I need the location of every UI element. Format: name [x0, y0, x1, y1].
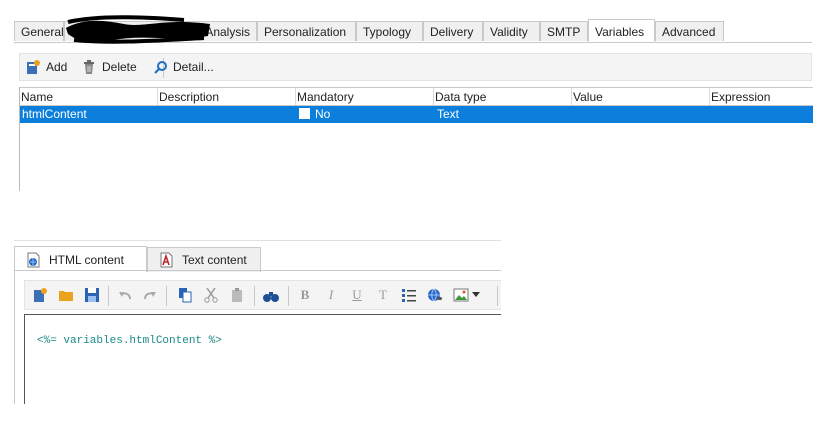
tab-smtp[interactable]: SMTP: [540, 21, 588, 41]
tab-validity[interactable]: Validity: [483, 21, 540, 41]
tab-text-content-label: Text content: [182, 253, 247, 267]
copy-button[interactable]: [176, 286, 194, 304]
text-document-icon: [160, 252, 173, 268]
tab-text-content[interactable]: Text content: [147, 247, 261, 272]
tab-html-content-label: HTML content: [49, 252, 124, 267]
bullet-list-icon: [402, 289, 416, 302]
magnifier-icon: [154, 61, 167, 74]
clipboard-icon: [232, 288, 242, 302]
add-label: Add: [46, 60, 68, 74]
undo-icon: [119, 292, 131, 300]
tab-html-content[interactable]: HTML content: [14, 246, 147, 272]
grid-header: Name Description Mandatory Data type Val…: [20, 87, 813, 106]
insert-image-button[interactable]: [452, 286, 470, 304]
tab-advanced[interactable]: Advanced: [655, 21, 724, 41]
cell-mandatory: No: [299, 106, 330, 123]
tab-typology[interactable]: Typology: [356, 21, 423, 41]
redaction-scribble: [66, 15, 210, 44]
clear-format-button[interactable]: T: [374, 286, 392, 304]
redo-button[interactable]: [141, 286, 159, 304]
variables-grid: Name Description Mandatory Data type Val…: [19, 87, 813, 191]
editor-separator: [166, 286, 167, 306]
tab-delivery[interactable]: Delivery: [423, 21, 483, 41]
open-button[interactable]: [57, 286, 75, 304]
delete-button[interactable]: Delete: [81, 58, 137, 76]
binoculars-icon: [263, 292, 279, 302]
bold-button[interactable]: B: [296, 286, 314, 304]
chevron-down-icon: [472, 292, 480, 297]
content-tab-strip: HTML content Text content: [14, 240, 501, 272]
detail-label: Detail...: [173, 60, 214, 74]
image-icon: [453, 288, 469, 302]
mandatory-value: No: [315, 107, 331, 121]
undo-button[interactable]: [116, 286, 134, 304]
scissors-icon: [204, 287, 218, 303]
find-button[interactable]: [262, 286, 280, 304]
editor-separator: [254, 286, 255, 306]
editor-toolbar: B I U T: [24, 280, 501, 310]
tab-variables[interactable]: Variables: [588, 19, 655, 42]
bullet-list-button[interactable]: [400, 286, 418, 304]
globe-link-icon: [428, 288, 442, 302]
cut-button[interactable]: [202, 286, 220, 304]
new-document-icon: [34, 288, 47, 302]
column-expression[interactable]: Expression: [710, 88, 813, 105]
copy-icon: [179, 288, 192, 303]
paste-button[interactable]: [228, 286, 246, 304]
html-editor[interactable]: <%= variables.htmlContent %>: [24, 314, 501, 404]
editor-separator: [497, 286, 498, 306]
cell-name: htmlContent: [22, 107, 87, 121]
add-icon: [27, 60, 40, 74]
column-data-type[interactable]: Data type: [434, 88, 572, 105]
redo-icon: [144, 292, 156, 300]
trash-icon: [84, 60, 94, 74]
column-value[interactable]: Value: [572, 88, 710, 105]
editor-separator: [108, 286, 109, 306]
column-description[interactable]: Description: [158, 88, 296, 105]
tab-general[interactable]: General: [14, 21, 64, 41]
variables-toolbar: Add Delete Detail...: [19, 53, 812, 81]
add-button[interactable]: Add: [25, 58, 67, 76]
table-row[interactable]: htmlContent No Text: [20, 106, 813, 123]
html-document-icon: [27, 252, 40, 267]
folder-icon: [59, 291, 73, 301]
underline-button[interactable]: U: [348, 286, 366, 304]
new-button[interactable]: [31, 286, 49, 304]
mandatory-checkbox[interactable]: [299, 108, 310, 119]
image-dropdown-button[interactable]: [470, 286, 482, 304]
delete-label: Delete: [102, 60, 137, 74]
detail-button[interactable]: Detail...: [154, 58, 214, 76]
save-button[interactable]: [83, 286, 101, 304]
insert-link-button[interactable]: [426, 286, 444, 304]
column-name[interactable]: Name: [20, 88, 158, 105]
cell-data-type: Text: [437, 107, 460, 121]
editor-content: <%= variables.htmlContent %>: [37, 335, 222, 347]
tab-personalization[interactable]: Personalization: [257, 21, 356, 41]
italic-button[interactable]: I: [322, 286, 340, 304]
floppy-disk-icon: [85, 288, 99, 302]
column-mandatory[interactable]: Mandatory: [296, 88, 434, 105]
editor-separator: [288, 286, 289, 306]
